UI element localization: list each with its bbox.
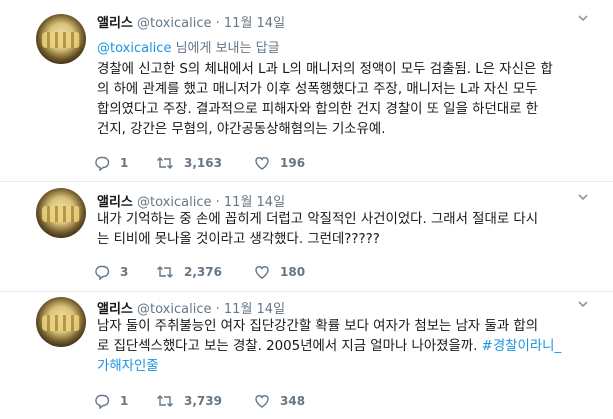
retweet-icon (156, 155, 174, 171)
tweet-text-line: 로 집단섹스했다고 보는 경찰. 2005년에서 지금 얼마나 나아졌을까. #… (97, 337, 597, 357)
separator: · (215, 302, 220, 317)
reply-icon (94, 155, 110, 171)
avatar[interactable] (36, 14, 86, 64)
tweet-text-line: 경찰에 신고한 S의 체내에서 L과 L의 매니저의 정액이 모두 검출됨. L… (97, 62, 553, 77)
tweet-header: 앨리스 @toxicalice · 11월 14일 (97, 191, 285, 210)
retweet-button[interactable]: 2,376 (156, 264, 254, 280)
tweet-feed: 앨리스 @toxicalice · 11월 14일 @toxicalice 님에… (0, 0, 613, 419)
reply-count: 1 (120, 156, 129, 170)
tweet-actions: 1 3,163 196 (94, 155, 324, 171)
like-count: 348 (280, 394, 306, 408)
separator: · (215, 16, 220, 31)
heart-icon (254, 155, 270, 171)
tweet-text-line: 의 하에 관계를 했고 매니저가 이후 성폭행했다고 주장, 매니저는 L과 자… (97, 82, 538, 97)
reply-context-text: 님에게 보내는 답글 (171, 41, 280, 56)
tweet-actions: 1 3,739 348 (94, 393, 324, 409)
retweet-count: 2,376 (184, 265, 222, 279)
reply-icon (94, 393, 110, 409)
display-name[interactable]: 앨리스 (97, 16, 133, 31)
retweet-count: 3,739 (184, 394, 222, 408)
tweet[interactable]: 앨리스 @toxicalice · 11월 14일 내가 기억하는 중 손에 꼽… (0, 182, 613, 292)
reply-count: 1 (120, 394, 129, 408)
tweet-text-fragment: 로 집단섹스했다고 보는 경찰. 2005년에서 지금 얼마나 나아졌을까. (97, 339, 482, 354)
tweet-text-line: 합의였다고 주장. 결과적으로 피해자와 합의한 건지 경찰이 또 일을 하던대… (97, 102, 539, 117)
tweet-date[interactable]: 11월 14일 (224, 302, 285, 317)
hashtag-link[interactable]: #경찰이라니_ (482, 339, 562, 354)
separator: · (215, 195, 220, 210)
display-name[interactable]: 앨리스 (97, 195, 133, 210)
heart-icon (254, 393, 270, 409)
tweet-header: 앨리스 @toxicalice · 11월 14일 (97, 298, 285, 317)
reply-button[interactable]: 3 (94, 264, 156, 280)
mention-link[interactable]: @toxicalice (97, 41, 171, 56)
tweet-text: 경찰에 신고한 S의 체내에서 L과 L의 매니저의 정액이 모두 검출됨. L… (97, 60, 597, 140)
reply-count: 3 (120, 265, 129, 279)
reply-context: @toxicalice 님에게 보내는 답글 (97, 37, 280, 56)
tweet-date[interactable]: 11월 14일 (224, 16, 285, 31)
retweet-button[interactable]: 3,163 (156, 155, 254, 171)
retweet-count: 3,163 (184, 156, 222, 170)
heart-icon (254, 264, 270, 280)
chevron-down-icon[interactable] (577, 298, 589, 314)
user-handle[interactable]: @toxicalice (137, 195, 211, 210)
tweet-text: 내가 기억하는 중 손에 꼽히게 더럽고 악질적인 사건이었다. 그래서 절대로… (97, 210, 597, 250)
tweet-text-line: 는 티비에 못나올 것이라고 생각했다. 그런데????? (97, 232, 380, 247)
tweet-text-line: 남자 둘이 주취불능인 여자 집단강간할 확률 보다 여자가 첨보는 남자 둘과… (97, 319, 539, 334)
like-button[interactable]: 348 (254, 393, 324, 409)
avatar[interactable] (36, 188, 86, 238)
chevron-down-icon[interactable] (577, 12, 589, 28)
user-handle[interactable]: @toxicalice (137, 302, 211, 317)
tweet-text-line: 내가 기억하는 중 손에 꼽히게 더럽고 악질적인 사건이었다. 그래서 절대로… (97, 212, 539, 227)
reply-button[interactable]: 1 (94, 393, 156, 409)
user-handle[interactable]: @toxicalice (137, 16, 211, 31)
tweet-header: 앨리스 @toxicalice · 11월 14일 (97, 12, 285, 31)
avatar[interactable] (36, 297, 86, 347)
hashtag-link[interactable]: 가해자인줄 (97, 357, 597, 377)
reply-icon (94, 264, 110, 280)
like-button[interactable]: 180 (254, 264, 324, 280)
retweet-button[interactable]: 3,739 (156, 393, 254, 409)
reply-button[interactable]: 1 (94, 155, 156, 171)
retweet-icon (156, 393, 174, 409)
tweet-date[interactable]: 11월 14일 (224, 195, 285, 210)
like-count: 180 (280, 265, 306, 279)
tweet-text-line: 건지, 강간은 무혐의, 야간공동상해혐의는 기소유예. (97, 122, 386, 137)
tweet-actions: 3 2,376 180 (94, 264, 324, 280)
retweet-icon (156, 264, 174, 280)
tweet[interactable]: 앨리스 @toxicalice · 11월 14일 @toxicalice 님에… (0, 0, 613, 182)
chevron-down-icon[interactable] (577, 191, 589, 207)
tweet[interactable]: 앨리스 @toxicalice · 11월 14일 남자 둘이 주취불능인 여자… (0, 292, 613, 419)
display-name[interactable]: 앨리스 (97, 302, 133, 317)
like-count: 196 (280, 156, 306, 170)
tweet-text: 남자 둘이 주취불능인 여자 집단강간할 확률 보다 여자가 첨보는 남자 둘과… (97, 317, 597, 377)
like-button[interactable]: 196 (254, 155, 324, 171)
